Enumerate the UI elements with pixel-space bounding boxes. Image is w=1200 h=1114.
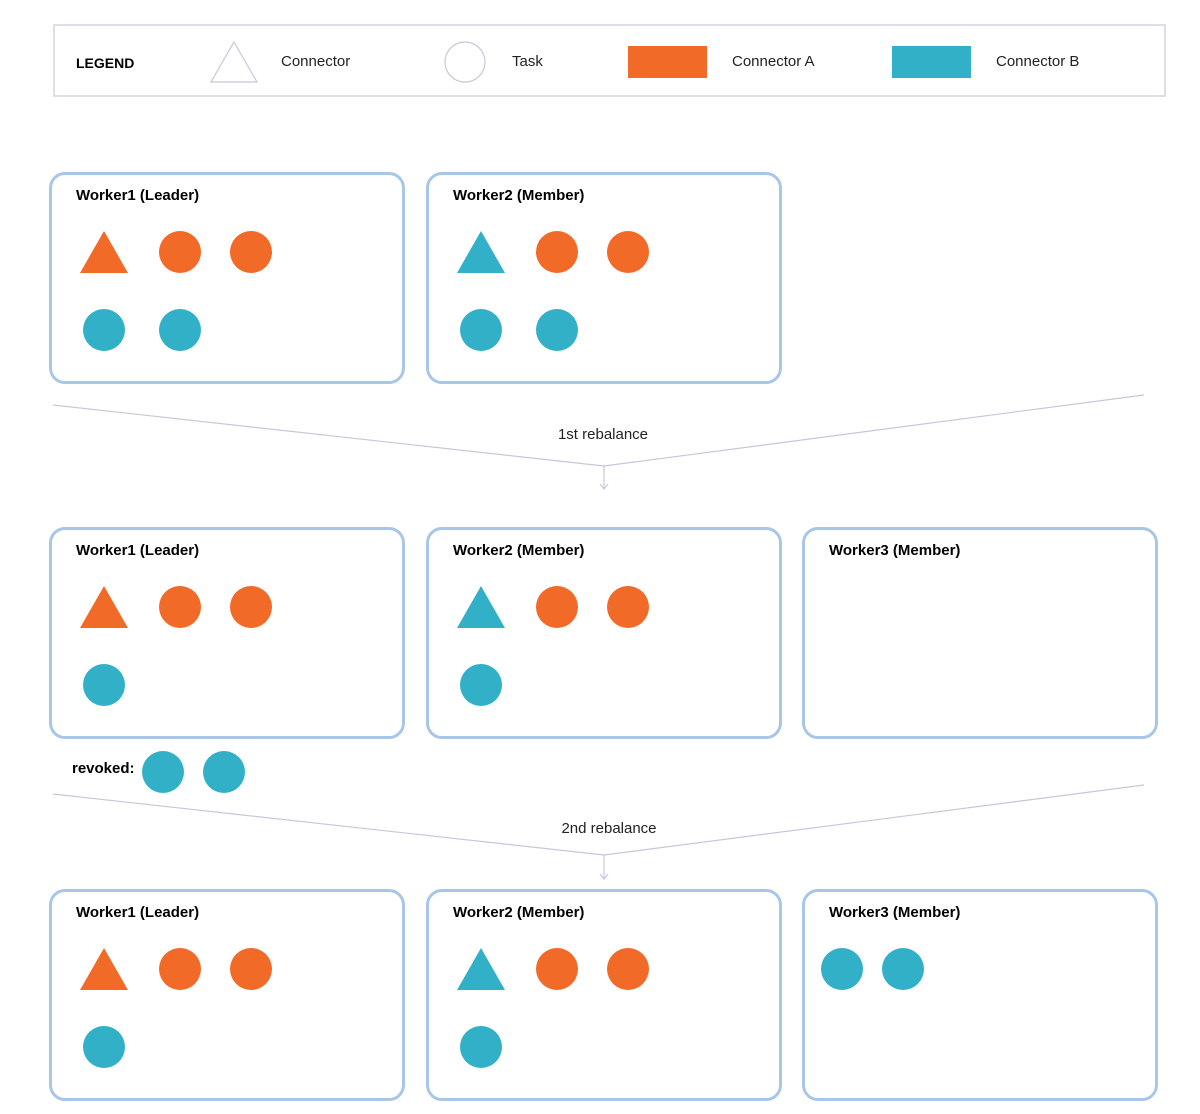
worker-title: Worker1 (Leader) (76, 904, 200, 921)
worker-box: Worker3 (Member) (802, 889, 1158, 1101)
worker-box: Worker1 (Leader) (49, 889, 405, 1101)
worker-box: Worker2 (Member) (426, 527, 782, 739)
worker-title: Worker1 (Leader) (76, 542, 200, 559)
task-b-circle-icon (83, 1026, 125, 1068)
task-b-circle-icon (203, 751, 245, 793)
task-a-circle-icon (607, 948, 649, 990)
connector-b-triangle-icon (457, 231, 505, 273)
revoked-label: revoked: (72, 760, 135, 777)
rebalance-label-1: 1st rebalance (557, 426, 649, 443)
task-b-circle-icon (460, 664, 502, 706)
worker-title: Worker3 (Member) (829, 542, 961, 559)
task-a-circle-icon (230, 586, 272, 628)
task-a-circle-icon (607, 586, 649, 628)
task-a-circle-icon (607, 231, 649, 273)
task-b-circle-icon (536, 309, 578, 351)
worker-box: Worker3 (Member) (802, 527, 1158, 739)
task-b-circle-icon (159, 309, 201, 351)
task-a-circle-icon (159, 948, 201, 990)
worker-title: Worker2 (Member) (453, 187, 585, 204)
task-b-circle-icon (83, 664, 125, 706)
worker-title: Worker2 (Member) (453, 542, 585, 559)
connector-b-triangle-icon (457, 586, 505, 628)
worker-box: Worker2 (Member) (426, 172, 782, 384)
task-a-circle-icon (159, 231, 201, 273)
task-b-circle-icon (882, 948, 924, 990)
rebalance-label-2: 2nd rebalance (561, 820, 657, 837)
task-a-circle-icon (536, 586, 578, 628)
task-b-circle-icon (83, 309, 125, 351)
connector-b-triangle-icon (457, 948, 505, 990)
task-b-circle-icon (460, 309, 502, 351)
connector-a-triangle-icon (80, 231, 128, 273)
worker-box: Worker1 (Leader) (49, 172, 405, 384)
task-b-circle-icon (142, 751, 184, 793)
worker-box: Worker2 (Member) (426, 889, 782, 1101)
task-b-circle-icon (460, 1026, 502, 1068)
task-a-circle-icon (159, 586, 201, 628)
worker-title: Worker3 (Member) (829, 904, 961, 921)
task-a-circle-icon (230, 948, 272, 990)
worker-box: Worker1 (Leader) (49, 527, 405, 739)
task-a-circle-icon (536, 948, 578, 990)
worker-title: Worker2 (Member) (453, 904, 585, 921)
task-a-circle-icon (230, 231, 272, 273)
connector-a-triangle-icon (80, 948, 128, 990)
connector-a-triangle-icon (80, 586, 128, 628)
task-a-circle-icon (536, 231, 578, 273)
task-b-circle-icon (821, 948, 863, 990)
worker-title: Worker1 (Leader) (76, 187, 200, 204)
